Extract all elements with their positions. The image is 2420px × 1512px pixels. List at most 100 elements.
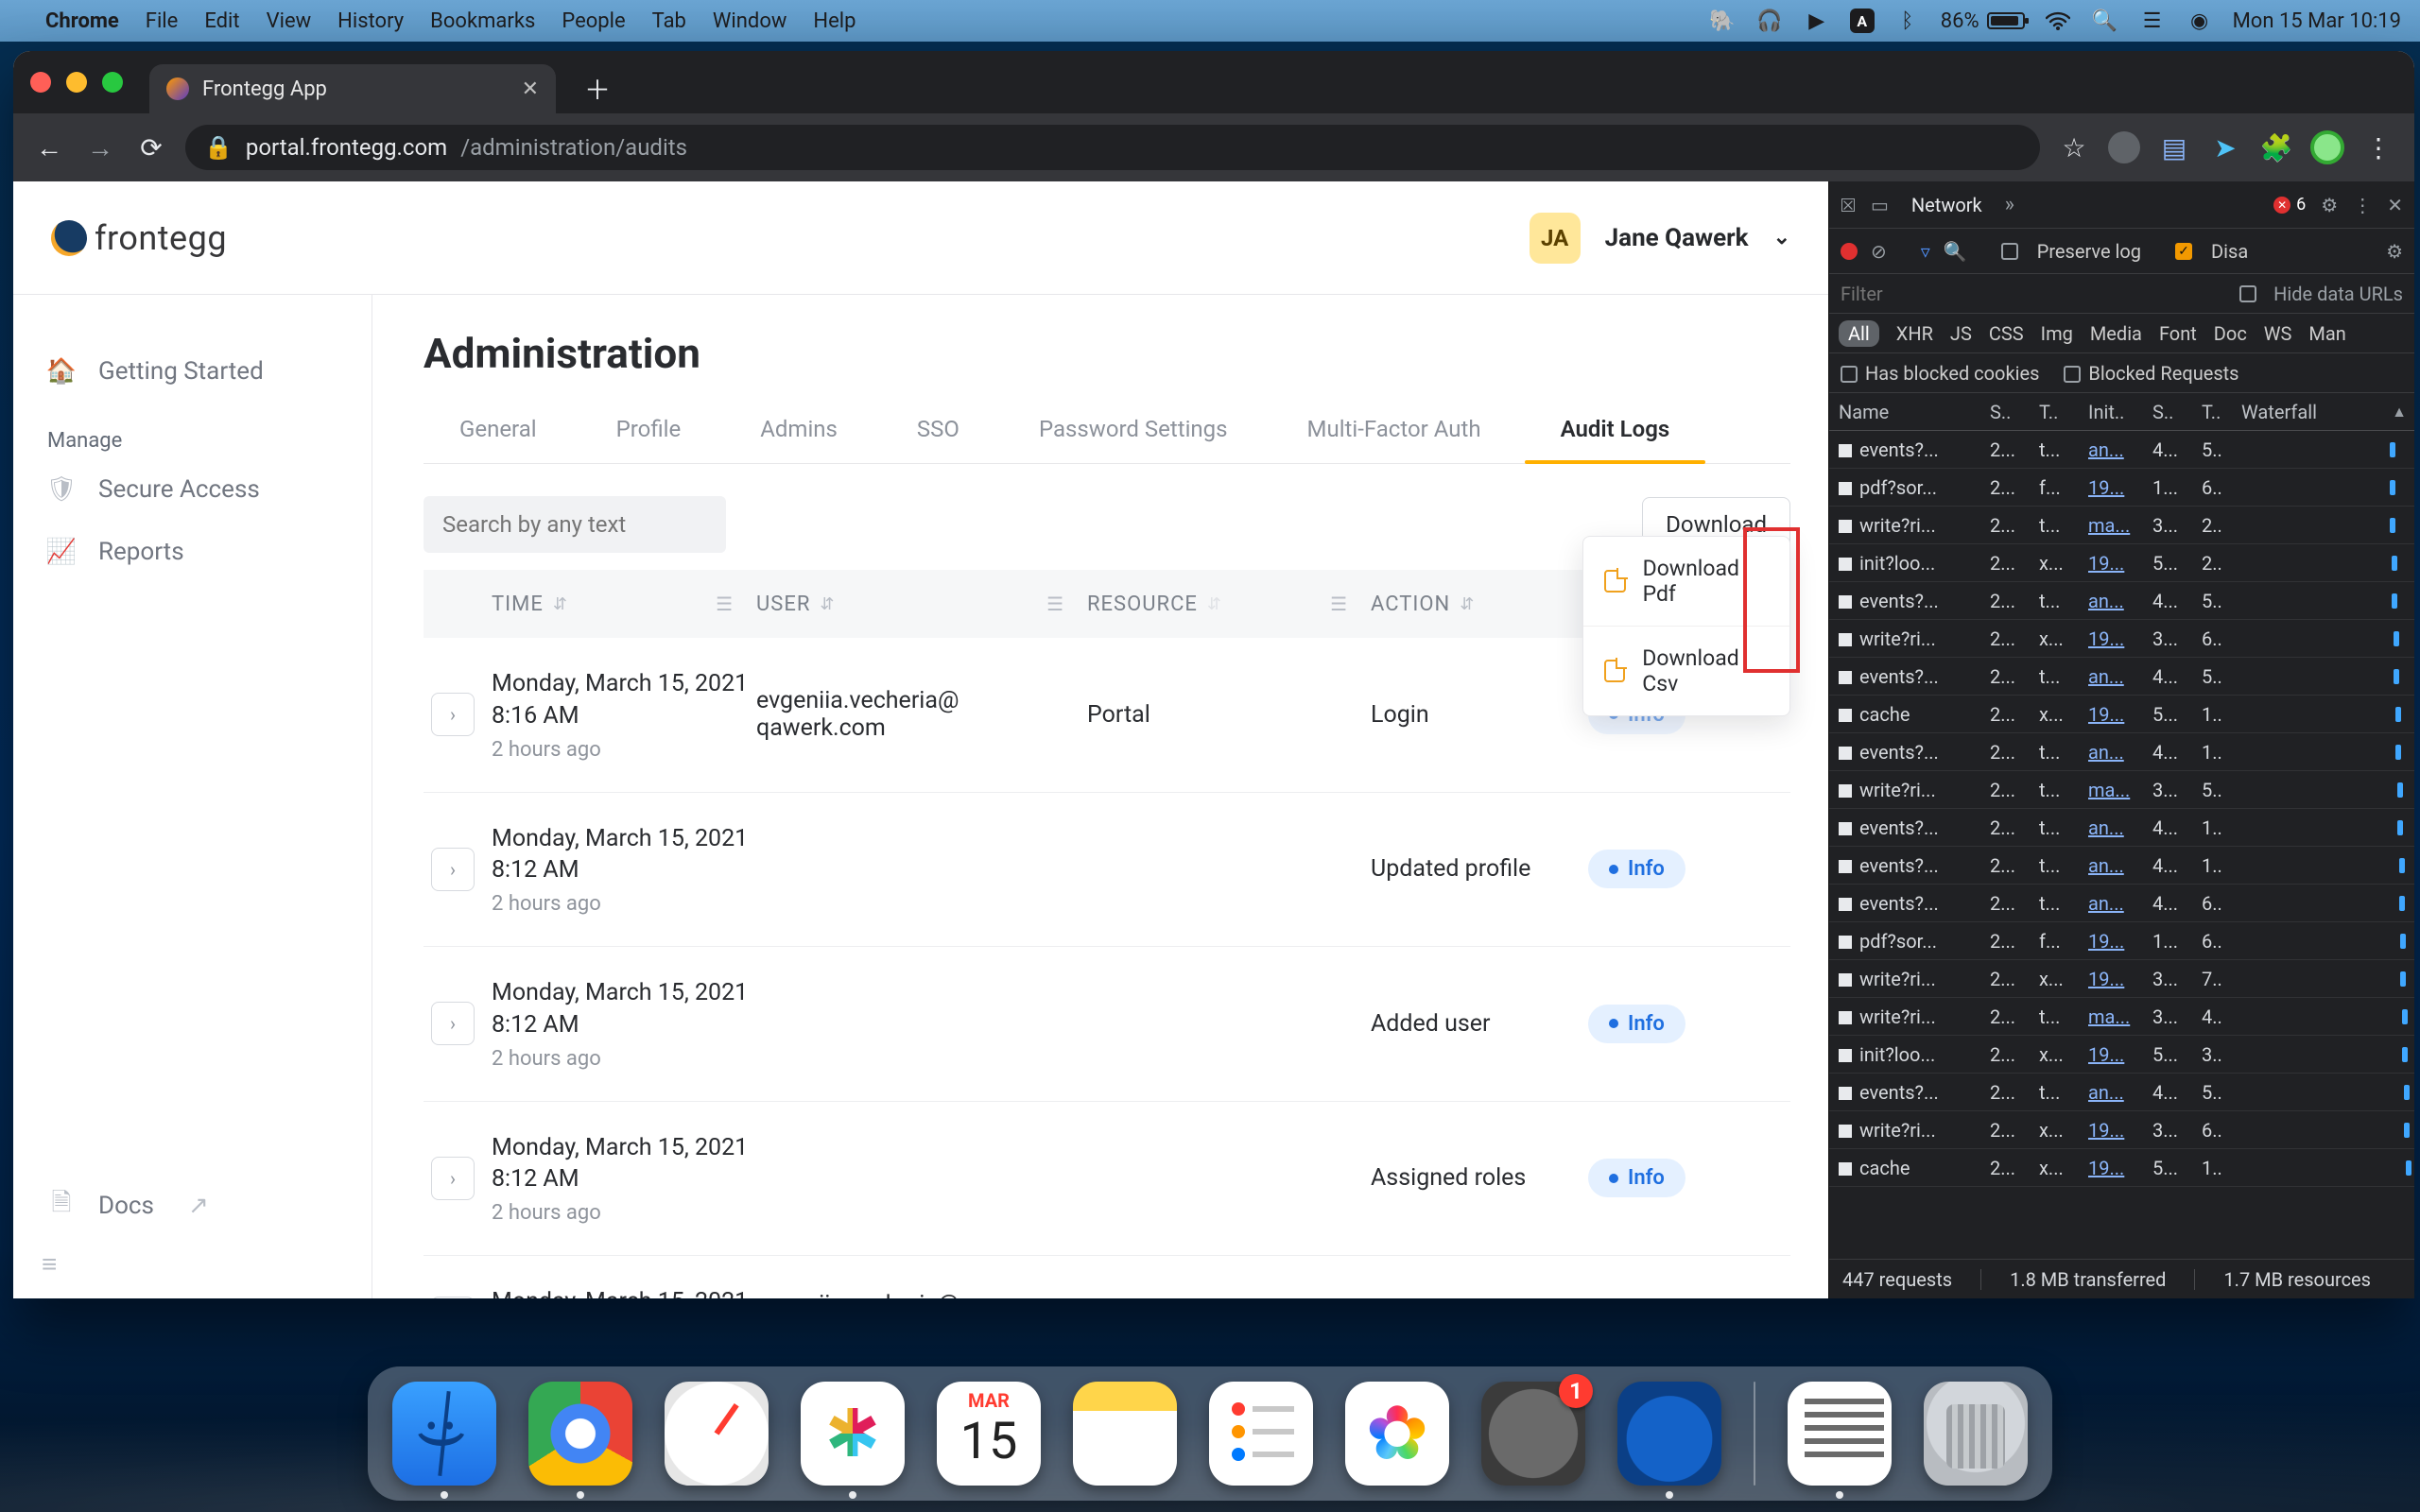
tab-close-icon[interactable]: ✕ xyxy=(522,77,539,101)
new-tab-button[interactable]: ＋ xyxy=(577,68,618,110)
network-request-row[interactable]: pdf?sor...2...f...19...1...6.. xyxy=(1829,922,2414,960)
sidebar-item-getting-started[interactable]: 🏠 Getting Started xyxy=(42,340,343,403)
network-request-row[interactable]: events?...2...t...an...4...5.. xyxy=(1829,1074,2414,1111)
tab-password-settings[interactable]: Password Settings xyxy=(1003,395,1264,463)
filter-type-all[interactable]: All xyxy=(1839,320,1879,347)
extensions-puzzle-icon[interactable]: 🧩 xyxy=(2259,130,2293,164)
filter-type-media[interactable]: Media xyxy=(2090,322,2142,345)
tab-audit-logs[interactable]: Audit Logs xyxy=(1525,395,1706,463)
profile-avatar-icon[interactable] xyxy=(2310,130,2344,164)
chrome-menu-icon[interactable]: ⋮ xyxy=(2361,130,2395,164)
search-icon[interactable]: 🔍 xyxy=(1944,240,1967,263)
filter-icon[interactable]: ☰ xyxy=(1330,593,1348,615)
bluetooth-menubar-icon[interactable]: ᛒ xyxy=(1893,7,1922,35)
app-menubar-square-icon[interactable]: A xyxy=(1850,9,1875,33)
expand-row-button[interactable]: › xyxy=(431,848,475,891)
sidebar-item-reports[interactable]: 📈 Reports xyxy=(42,521,343,583)
dock-app-calendar[interactable]: MAR 15 xyxy=(937,1382,1041,1486)
network-request-row[interactable]: write?ri...2...x...19...3...7.. xyxy=(1829,960,2414,998)
network-request-row[interactable]: write?ri...2...t...ma...3...5.. xyxy=(1829,771,2414,809)
sort-icon[interactable]: ⇵ xyxy=(820,594,835,614)
devtools-close-icon[interactable]: ✕ xyxy=(2387,194,2403,216)
filter-type-man[interactable]: Man xyxy=(2308,322,2345,345)
nav-back-icon[interactable]: ← xyxy=(32,130,66,164)
spotlight-menubar-icon[interactable]: 🔍 xyxy=(2091,7,2119,35)
sort-icon[interactable]: ⇵ xyxy=(553,594,568,614)
network-request-row[interactable]: cache2...x...19...5...1.. xyxy=(1829,1149,2414,1187)
nav-reload-icon[interactable]: ⟳ xyxy=(134,130,168,164)
tab-profile[interactable]: Profile xyxy=(580,395,717,463)
evernote-menubar-icon[interactable]: 🐘 xyxy=(1708,7,1737,35)
dock-app-photos[interactable] xyxy=(1345,1382,1449,1486)
sort-icon[interactable]: ⇵ xyxy=(1460,594,1475,614)
menubar-item[interactable]: People xyxy=(562,9,625,33)
expand-row-button[interactable]: › xyxy=(431,693,475,736)
network-filter-input[interactable] xyxy=(1841,283,2124,305)
menubar-app-name[interactable]: Chrome xyxy=(45,9,119,33)
menubar-item[interactable]: View xyxy=(267,9,312,33)
extension-icon[interactable] xyxy=(2108,131,2140,163)
network-request-row[interactable]: write?ri...2...x...19...3...6.. xyxy=(1829,1111,2414,1149)
dock-app-chrome[interactable] xyxy=(528,1382,632,1486)
filter-toggle-icon[interactable]: ▿ xyxy=(1921,240,1930,263)
dock-app-slack[interactable] xyxy=(801,1382,905,1486)
preserve-log-checkbox[interactable] xyxy=(2001,243,2018,260)
menubar-item[interactable]: Tab xyxy=(652,9,686,33)
toggle-device-icon[interactable]: ▭ xyxy=(1871,194,1889,216)
window-controls[interactable] xyxy=(30,72,123,93)
network-request-row[interactable]: pdf?sor...2...f...19...1...6.. xyxy=(1829,469,2414,507)
more-tabs-icon[interactable]: » xyxy=(2005,193,2014,216)
dock-app-safari[interactable] xyxy=(665,1382,769,1486)
filter-type-doc[interactable]: Doc xyxy=(2214,322,2247,345)
menubar-clock[interactable]: Mon 15 Mar 10:19 xyxy=(2233,9,2401,33)
dock-app-finder[interactable] xyxy=(392,1382,496,1486)
menubar-item[interactable]: History xyxy=(337,9,404,33)
frontegg-logo[interactable]: frontegg xyxy=(51,218,227,258)
col-resource[interactable]: RESOURCE xyxy=(1087,593,1198,616)
network-request-row[interactable]: events?...2...t...an...4...1.. xyxy=(1829,733,2414,771)
devtools-settings-icon[interactable]: ⚙ xyxy=(2321,194,2338,216)
send-icon[interactable]: ➤ xyxy=(2208,130,2242,164)
col-action[interactable]: ACTION xyxy=(1371,593,1450,616)
play-menubar-icon[interactable]: ▶ xyxy=(1803,7,1831,35)
devtools-tab-network[interactable]: Network xyxy=(1904,188,1990,222)
network-request-row[interactable]: write?ri...2...t...ma...3...4.. xyxy=(1829,998,2414,1036)
expand-row-button[interactable]: › xyxy=(431,1002,475,1045)
download-pdf-item[interactable]: Download Pdf xyxy=(1583,537,1789,626)
network-settings-icon[interactable]: ⚙ xyxy=(2386,240,2403,263)
blocked-cookies-checkbox[interactable] xyxy=(1841,366,1858,383)
filter-type-xhr[interactable]: XHR xyxy=(1896,322,1933,345)
network-request-row[interactable]: events?...2...t...an...4...1.. xyxy=(1829,847,2414,885)
network-request-row[interactable]: events?...2...t...an...4...1.. xyxy=(1829,809,2414,847)
record-icon[interactable] xyxy=(1841,243,1858,260)
expand-row-button[interactable]: › xyxy=(431,1297,475,1298)
tab-sso[interactable]: SSO xyxy=(881,395,995,463)
sidebar-collapse-icon[interactable]: ≡ xyxy=(42,1248,343,1280)
network-request-row[interactable]: init?loo...2...x...19...5...3.. xyxy=(1829,1036,2414,1074)
network-table-header[interactable]: Name S.. T.. Init.. S.. T.. Waterfall▲ xyxy=(1829,393,2414,431)
blocked-requests-checkbox[interactable] xyxy=(2064,366,2081,383)
user-menu[interactable]: JA Jane Qawerk ⌄ xyxy=(1530,213,1790,264)
network-request-row[interactable]: cache2...x...19...5...1.. xyxy=(1829,696,2414,733)
window-close-icon[interactable] xyxy=(30,72,51,93)
tab-admins[interactable]: Admins xyxy=(724,395,873,463)
filter-type-font[interactable]: Font xyxy=(2159,322,2197,345)
siri-menubar-icon[interactable]: ◉ xyxy=(2186,7,2214,35)
hide-data-urls-checkbox[interactable] xyxy=(2239,285,2256,302)
dock-app-reminders[interactable] xyxy=(1209,1382,1313,1486)
menubar-item[interactable]: Edit xyxy=(204,9,239,33)
tab-multi-factor-auth[interactable]: Multi-Factor Auth xyxy=(1271,395,1517,463)
network-request-row[interactable]: events?...2...t...an...4...5.. xyxy=(1829,431,2414,469)
filter-type-img[interactable]: Img xyxy=(2041,322,2073,345)
network-request-row[interactable]: events?...2...t...an...4...6.. xyxy=(1829,885,2414,922)
wifi-menubar-icon[interactable] xyxy=(2044,7,2072,35)
dock-app-notes[interactable] xyxy=(1073,1382,1177,1486)
network-request-row[interactable]: write?ri...2...x...19...3...6.. xyxy=(1829,620,2414,658)
search-input[interactable] xyxy=(424,496,726,553)
filter-icon[interactable]: ☰ xyxy=(716,593,734,615)
sidebar-item-secure-access[interactable]: 🛡 Secure Access xyxy=(42,458,343,521)
tab-general[interactable]: General xyxy=(424,395,573,463)
sort-icon[interactable]: ⇵ xyxy=(1207,594,1222,614)
address-bar[interactable]: 🔒 portal.frontegg.com/administration/aud… xyxy=(185,125,2040,170)
window-minimize-icon[interactable] xyxy=(66,72,87,93)
